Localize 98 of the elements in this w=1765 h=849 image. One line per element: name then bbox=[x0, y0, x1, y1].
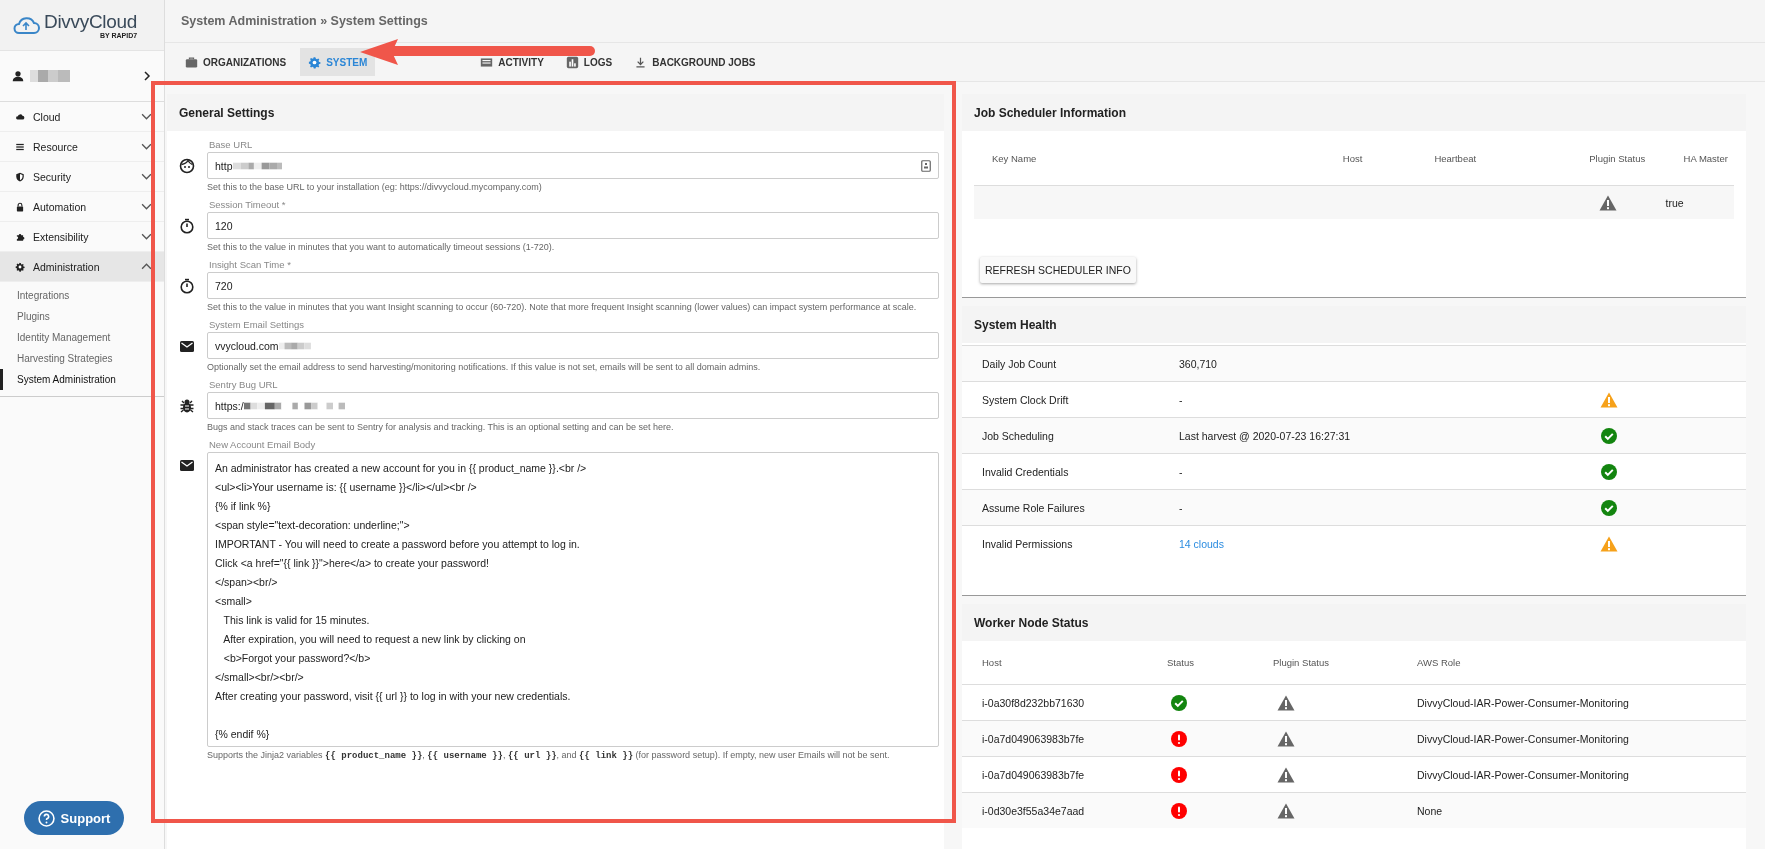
pixelated-redaction bbox=[30, 70, 70, 82]
chevron-down-icon bbox=[141, 111, 152, 122]
puzzle-icon bbox=[15, 231, 25, 242]
chevron-down-icon bbox=[141, 171, 152, 182]
field-hint: Optionally set the email address to send harvesting/monitoring notifications. If this value is not set, emails will be sent to all domain admins. bbox=[207, 361, 762, 374]
download-icon bbox=[634, 55, 648, 69]
input-field[interactable]: http bbox=[207, 152, 939, 179]
table-cell-text: Invalid Permissions bbox=[982, 537, 1074, 550]
column-header: HA Master bbox=[1682, 152, 1729, 164]
gear-icon bbox=[15, 261, 25, 272]
nav-subitem[interactable]: Integrations bbox=[0, 285, 164, 306]
nav-item[interactable]: Automation bbox=[0, 192, 164, 222]
table-cell-text: None bbox=[1417, 804, 1444, 817]
chevron-right-icon[interactable] bbox=[142, 71, 152, 81]
bar-chart-icon bbox=[565, 55, 579, 69]
stopwatch-icon bbox=[179, 277, 195, 294]
chevron-down-icon bbox=[141, 231, 152, 242]
cloud-logo-icon bbox=[12, 14, 40, 36]
column-header: Host bbox=[982, 657, 1003, 668]
help-icon bbox=[37, 809, 55, 827]
nav-subitem[interactable]: Plugins bbox=[0, 306, 164, 327]
chevron-down-icon bbox=[141, 201, 152, 212]
column-header: Host bbox=[1341, 152, 1364, 164]
field-hint: Set this to the base URL to your installation (eg: https://divvycloud.mycompany.com) bbox=[207, 181, 543, 194]
field-label: Sentry Bug URL bbox=[208, 379, 279, 392]
bug-icon bbox=[179, 397, 195, 414]
card-title: System Health bbox=[974, 317, 1057, 332]
table-cell-text: Daily Job Count bbox=[982, 357, 1058, 370]
list-icon bbox=[480, 55, 494, 69]
nav-item[interactable]: Security bbox=[0, 162, 164, 192]
table-cell-text: - bbox=[1179, 501, 1184, 514]
chevron-up-icon bbox=[141, 261, 152, 272]
table-cell-text: - bbox=[1179, 465, 1184, 478]
field-label: System Email Settings bbox=[208, 319, 306, 332]
card-title: Worker Node Status bbox=[974, 615, 1089, 630]
table-cell-text: System Clock Drift bbox=[982, 393, 1070, 406]
input-field[interactable]: 120 bbox=[207, 212, 939, 239]
field-hint: Set this to the value in minutes that you want to automatically timeout sessions (1-720). bbox=[207, 241, 556, 254]
column-header: Status bbox=[1167, 657, 1195, 668]
gear-icon bbox=[308, 55, 322, 69]
nav-subitem[interactable]: System Administration bbox=[0, 369, 164, 390]
field-label: Session Timeout * bbox=[208, 199, 287, 212]
table-cell-text: i-0d30e3f55a34e7aad bbox=[982, 804, 1086, 817]
table-cell-text: DivvyCloud-IAR-Power-Consumer-Monitoring bbox=[1417, 696, 1630, 709]
field-label: Base URL bbox=[208, 139, 254, 152]
column-header: Heartbeat bbox=[1433, 152, 1478, 164]
tab[interactable]: BACKGROUND JOBS bbox=[626, 48, 764, 76]
field-hint: Set this to the value in minutes that you want Insight scanning to occur (60-720). Note that more frequent Insight scanning (lower values) can impact system performance at scale. bbox=[207, 301, 918, 314]
stopwatch-icon bbox=[179, 217, 195, 234]
chevron-down-icon bbox=[141, 141, 152, 152]
tab[interactable]: ORGANIZATIONS bbox=[177, 48, 295, 76]
tab[interactable]: ACTIVITY bbox=[472, 48, 552, 76]
table-cell-text: i-0a7d049063983b7fe bbox=[982, 768, 1086, 781]
brand-name: DivvyCloud bbox=[44, 11, 138, 33]
table-cell-text: i-0a7d049063983b7fe bbox=[982, 732, 1086, 745]
briefcase-icon bbox=[185, 55, 198, 69]
list-icon bbox=[15, 141, 25, 152]
card-title: General Settings bbox=[179, 105, 275, 120]
table-cell-text: DivvyCloud-IAR-Power-Consumer-Monitoring bbox=[1417, 768, 1630, 781]
table-cell-text: Last harvest @ 2020-07-23 16:27:31 bbox=[1179, 429, 1352, 442]
table-cell-text: Invalid Credentials bbox=[982, 465, 1070, 478]
cloud-icon bbox=[15, 111, 25, 122]
column-header: Plugin Status bbox=[1273, 657, 1330, 668]
table-cell-text: true bbox=[1665, 196, 1685, 209]
clouds-link[interactable]: 14 clouds bbox=[1179, 537, 1589, 550]
field-hint: Bugs and stack traces can be sent to Sentry for analysis and tracking. This is an optional setting and can be set here. bbox=[207, 421, 675, 434]
envelope-icon bbox=[179, 457, 195, 473]
table-cell-text: DivvyCloud-IAR-Power-Consumer-Monitoring bbox=[1417, 732, 1630, 745]
nav-item[interactable]: Cloud bbox=[0, 102, 164, 132]
input-field[interactable]: vvycloud.com bbox=[207, 332, 939, 359]
input-field[interactable]: https:/ bbox=[207, 392, 939, 419]
nav-subitem[interactable]: Harvesting Strategies bbox=[0, 348, 164, 369]
support-button[interactable]: Support bbox=[24, 801, 124, 835]
table-cell-text: i-0a30f8d232bb71630 bbox=[982, 696, 1086, 709]
shield-icon bbox=[15, 171, 25, 182]
tab[interactable]: LOGS bbox=[557, 48, 621, 76]
breadcrumb: System Administration » System Settings bbox=[181, 14, 428, 28]
column-header: Key Name bbox=[991, 152, 1038, 164]
refresh-button[interactable]: REFRESH SCHEDULER INFO bbox=[980, 257, 1136, 283]
nav-item[interactable]: Administration bbox=[0, 252, 164, 282]
nav-item[interactable]: Resource bbox=[0, 132, 164, 162]
column-header: Plugin Status bbox=[1588, 152, 1647, 164]
nav-subitem[interactable]: Identity Management bbox=[0, 327, 164, 348]
table-cell-text: Job Scheduling bbox=[982, 429, 1055, 442]
input-field[interactable]: 720 bbox=[207, 272, 939, 299]
person-icon bbox=[12, 70, 24, 82]
table-cell-text: 360,710 bbox=[1179, 357, 1218, 370]
text-area[interactable]: An administrator has created a new account for you in {{ product_name }}.<br /> <ul><li>Your username is: {{ username }}</li></ul><br /> {% if link %} <span style="text-decoration: underline;"> IMPORTANT - You will need to create a password before you attempt to log in. Click <a href="{{ link }}">here</a> to create your password! </span><br/> <small> This link is valid for 15 minutes. After expiration, you will need to request a new link by clicking on <b>Forgot your password?</b> </small><br/><br/> After creating your password, visit {{ url }} to log in with your new credentials. {% endif %} bbox=[207, 452, 939, 747]
column-header: AWS Role bbox=[1417, 657, 1462, 668]
face-icon bbox=[179, 157, 195, 174]
contact-card-icon bbox=[921, 159, 931, 172]
card-title: Job Scheduler Information bbox=[974, 105, 1126, 120]
table-cell-text: Assume Role Failures bbox=[982, 501, 1086, 514]
field-hint: Supports the Jinja2 variables {{ product_name }}, {{ username }}, {{ url }}, and {{ link }} (for password setup). If empty, new user Emails will not be sent. bbox=[207, 749, 891, 763]
lock-icon bbox=[15, 201, 25, 212]
table-cell-text: - bbox=[1179, 393, 1184, 406]
field-label: New Account Email Body bbox=[208, 439, 317, 452]
field-label: Insight Scan Time * bbox=[208, 259, 292, 272]
